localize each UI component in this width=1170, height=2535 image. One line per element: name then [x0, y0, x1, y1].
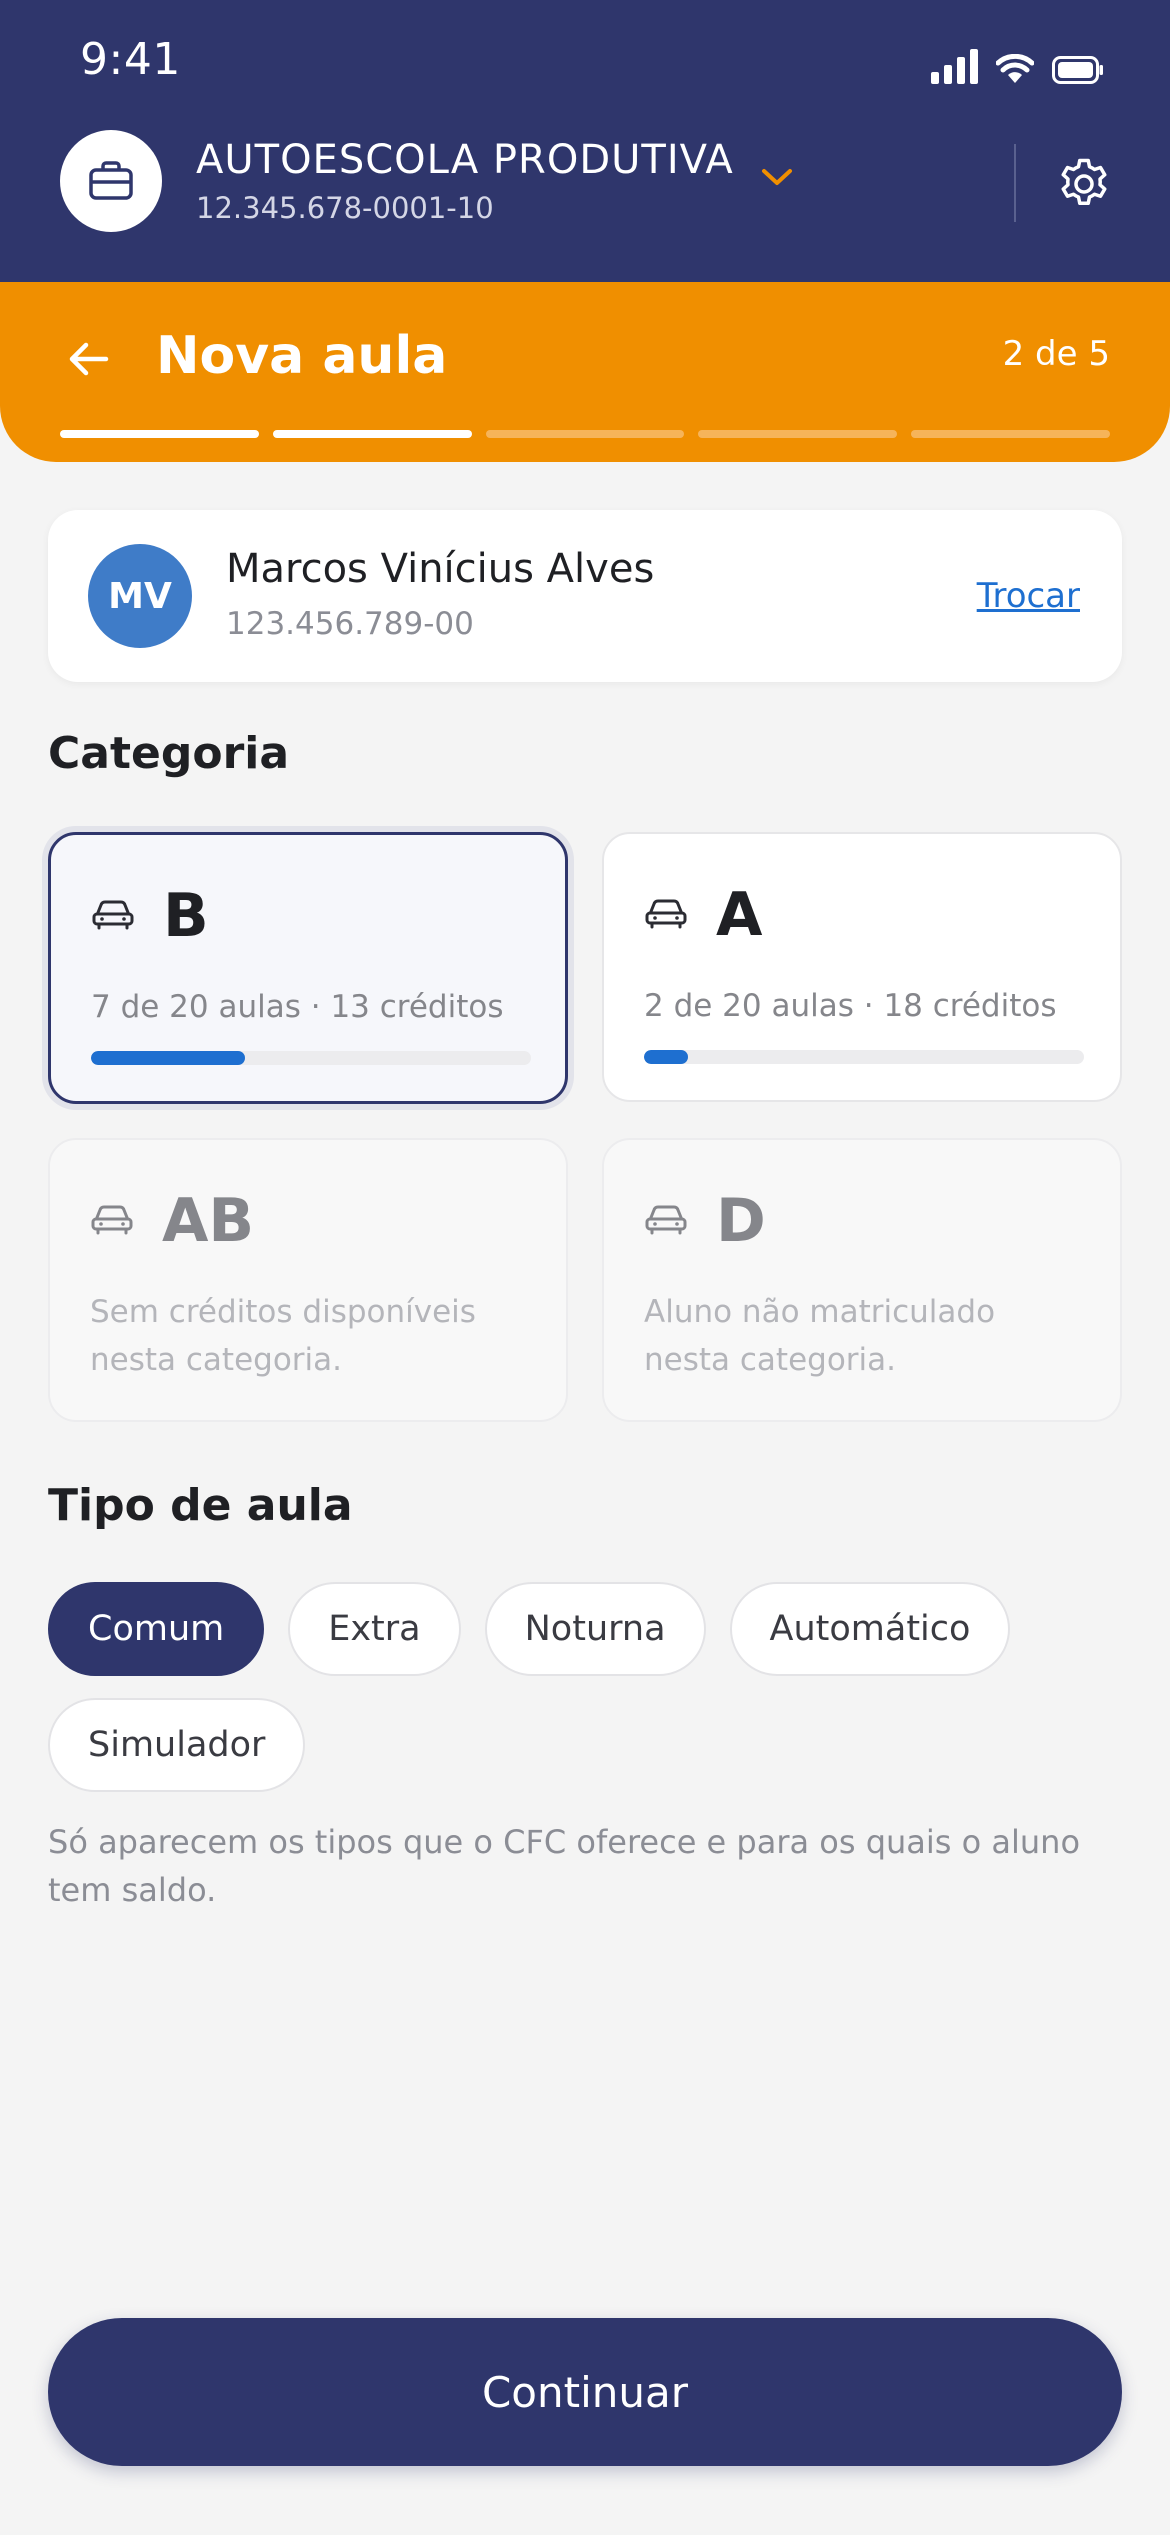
- step-segment: [485, 430, 685, 438]
- chip-extra[interactable]: Extra: [288, 1582, 461, 1676]
- company-cnpj: 12.345.678-0001-10: [196, 191, 494, 225]
- wifi-icon: [996, 54, 1034, 84]
- status-icons: [931, 48, 1104, 84]
- category-card-a[interactable]: A 2 de 20 aulas · 18 créditos: [602, 832, 1122, 1102]
- category-subtitle: 7 de 20 aulas · 13 créditos: [91, 989, 504, 1025]
- chevron-down-icon[interactable]: [760, 166, 794, 192]
- swap-student-link[interactable]: Trocar: [977, 576, 1080, 616]
- car-icon: [644, 898, 688, 934]
- category-letter: A: [716, 880, 763, 950]
- app-header: 9:41 AUTOESCOLA PRODUTIVA 12.345.678-000…: [0, 0, 1170, 282]
- company-name: AUTOESCOLA PRODUTIVA: [196, 137, 734, 183]
- step-segment: [60, 430, 259, 438]
- chip-automatico[interactable]: Automático: [729, 1582, 1011, 1676]
- header-divider: [1014, 144, 1016, 222]
- category-letter: D: [716, 1186, 766, 1256]
- briefcase-icon: [60, 130, 162, 232]
- company-selector[interactable]: AUTOESCOLA PRODUTIVA 12.345.678-0001-10: [60, 130, 734, 232]
- lesson-type-chips: Comum Extra Noturna Automático Simulador: [48, 1582, 1122, 1792]
- category-card-d: D Aluno não matriculado nesta categoria.: [602, 1138, 1122, 1422]
- step-counter: 2 de 5: [1002, 334, 1110, 374]
- category-card-ab: AB Sem créditos disponíveis nesta catego…: [48, 1138, 568, 1422]
- car-icon: [644, 1204, 688, 1240]
- category-progress-bar: [644, 1050, 1084, 1064]
- category-progress-fill: [91, 1051, 245, 1065]
- chip-noturna[interactable]: Noturna: [484, 1582, 706, 1676]
- avatar: MV: [88, 544, 192, 648]
- step-progress: [60, 430, 1110, 438]
- student-card: MV Marcos Vinícius Alves 123.456.789-00 …: [48, 510, 1122, 682]
- flow-header: Nova aula 2 de 5: [0, 282, 1170, 462]
- status-time: 9:41: [80, 34, 181, 85]
- student-cpf: 123.456.789-00: [226, 606, 474, 642]
- category-subtitle: Sem créditos disponíveis nesta categoria…: [90, 1294, 476, 1378]
- chip-comum[interactable]: Comum: [48, 1582, 265, 1676]
- back-arrow-icon[interactable]: [64, 334, 114, 388]
- student-name: Marcos Vinícius Alves: [226, 546, 655, 592]
- step-segment: [911, 430, 1110, 438]
- signal-icon: [931, 48, 978, 84]
- continue-button[interactable]: Continuar: [48, 2318, 1122, 2466]
- category-letter: AB: [162, 1186, 255, 1256]
- category-letter: B: [163, 881, 209, 951]
- step-segment: [272, 430, 472, 438]
- category-section-title: Categoria: [48, 728, 290, 779]
- category-subtitle: Aluno não matriculado nesta categoria.: [644, 1294, 996, 1378]
- battery-icon: [1052, 56, 1104, 84]
- category-subtitle: 2 de 20 aulas · 18 créditos: [644, 988, 1057, 1024]
- lesson-type-section-title: Tipo de aula: [48, 1480, 353, 1531]
- car-icon: [90, 1204, 134, 1240]
- chip-simulador[interactable]: Simulador: [48, 1698, 306, 1792]
- category-progress-bar: [91, 1051, 531, 1065]
- lesson-type-hint: Só aparecem os tipos que o CFC oferece e…: [48, 1823, 1081, 1909]
- category-progress-fill: [644, 1050, 688, 1064]
- car-icon: [91, 899, 135, 935]
- gear-icon[interactable]: [1054, 154, 1114, 218]
- page-title: Nova aula: [156, 326, 448, 386]
- category-card-b[interactable]: B 7 de 20 aulas · 13 créditos: [48, 832, 568, 1104]
- step-segment: [698, 430, 898, 438]
